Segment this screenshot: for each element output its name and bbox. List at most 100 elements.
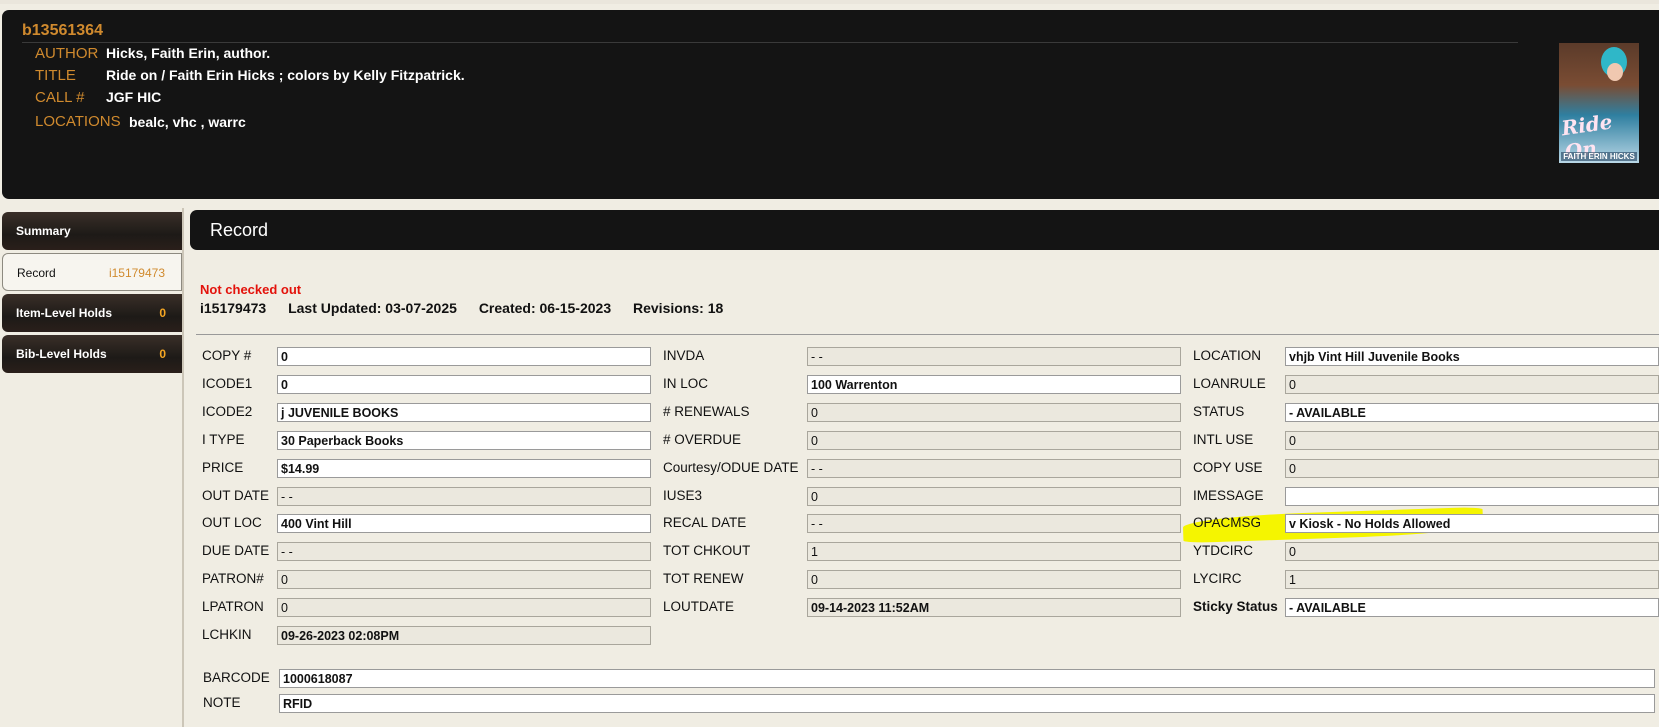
book-cover-image[interactable]: Ride On FAITH ERIN HICKS	[1559, 43, 1639, 164]
record-title: Record	[210, 220, 269, 240]
col1-label-5: OUT DATE	[202, 487, 270, 503]
col3-label-6: OPACMSG	[1193, 515, 1262, 531]
col1-label-4: PRICE	[202, 459, 244, 475]
col3-field-status[interactable]: - AVAILABLE	[1285, 402, 1659, 422]
col2-field-renewals: 0	[807, 402, 1181, 422]
col3-field-loanrule: 0	[1285, 374, 1659, 394]
barcode-field[interactable]: 1000618087	[279, 669, 1655, 688]
header-divider	[22, 42, 1518, 43]
col3-field-intl-use: 0	[1285, 430, 1659, 450]
created-date: Created: 06-15-2023	[478, 300, 612, 316]
col1-label-9: LPATRON	[202, 599, 264, 615]
nav-bib-holds-count: 0	[159, 347, 166, 361]
col2-label-6: RECAL DATE	[663, 515, 747, 531]
col3-field-opacmsg[interactable]: v Kiosk - No Holds Allowed	[1285, 514, 1659, 534]
call-row: CALL #	[35, 89, 84, 106]
col3-label-3: INTL USE	[1193, 431, 1254, 447]
col2-label-3: # OVERDUE	[663, 431, 742, 447]
checkout-status: Not checked out	[200, 282, 302, 297]
col1-label-6: OUT LOC	[202, 515, 262, 531]
nav-bib-holds-label: Bib-Level Holds	[16, 347, 107, 361]
col1-field-lchkin: 09-26-2023 02:08PM	[277, 626, 651, 645]
author-label: AUTHOR	[35, 45, 99, 62]
cover-author: FAITH ERIN HICKS	[1561, 152, 1637, 161]
locations-value: bealc, vhc , warrc	[129, 114, 246, 130]
record-divider	[196, 334, 1659, 335]
title-value: Ride on / Faith Erin Hicks ; colors by K…	[106, 67, 465, 83]
col2-field-tot-chkout: 1	[807, 542, 1181, 562]
col1-field-icode1[interactable]: 0	[277, 374, 651, 394]
col1-field-due-date: - -	[277, 542, 651, 562]
col2-label-1: IN LOC	[663, 375, 709, 391]
locations-row: LOCATIONS	[35, 113, 121, 130]
locations-label: LOCATIONS	[35, 113, 121, 130]
col1-field-price[interactable]: $14.99	[277, 458, 651, 478]
col3-label-1: LOANRULE	[1193, 375, 1266, 391]
author-value: Hicks, Faith Erin, author.	[106, 45, 271, 61]
col3-field-copy-use: 0	[1285, 458, 1659, 478]
nav-record-id: i15179473	[108, 266, 165, 280]
col2-field-overdue: 0	[807, 430, 1181, 450]
top-strip	[0, 0, 1659, 4]
cover-art-face	[1607, 63, 1623, 81]
nav-record[interactable]: Record i15179473	[2, 253, 182, 291]
nav-record-label: Record	[17, 266, 56, 280]
col2-label-7: TOT CHKOUT	[663, 543, 751, 559]
nav-bib-level-holds[interactable]: Bib-Level Holds 0	[2, 335, 182, 373]
col1-label-8: PATRON#	[202, 571, 264, 587]
col1-field-icode2[interactable]: j JUVENILE BOOKS	[277, 402, 651, 422]
col2-label-8: TOT RENEW	[663, 571, 744, 587]
col3-label-8: LYCIRC	[1193, 571, 1242, 587]
col2-label-2: # RENEWALS	[663, 403, 750, 419]
title-row: TITLE	[35, 67, 76, 84]
col2-field-recal-date: - -	[807, 514, 1181, 534]
col2-field-loutdate: 09-14-2023 11:52AM	[807, 598, 1181, 618]
col1-label-7: DUE DATE	[202, 543, 270, 559]
author-row: AUTHOR	[35, 45, 98, 62]
record-title-bar: Record	[190, 210, 1659, 250]
col2-label-9: LOUTDATE	[663, 599, 735, 615]
col1-label-3: I TYPE	[202, 431, 245, 447]
col3-field-sticky-status[interactable]: - AVAILABLE	[1285, 598, 1659, 618]
nav-summary-label: Summary	[16, 224, 71, 238]
nav-summary[interactable]: Summary	[2, 212, 182, 250]
col1-field-patron: 0	[277, 570, 651, 590]
col3-field-imessage[interactable]	[1285, 486, 1659, 506]
call-value: JGF HIC	[106, 89, 162, 105]
bib-id: b13561364	[22, 22, 103, 39]
col2-label-5: IUSE3	[663, 487, 703, 503]
col2-field-courtesy-odue-date: - -	[807, 458, 1181, 478]
col1-field-i-type[interactable]: 30 Paperback Books	[277, 430, 651, 450]
nav-item-holds-label: Item-Level Holds	[16, 306, 113, 320]
col3-label-7: YTDCIRC	[1193, 543, 1253, 559]
note-field[interactable]: RFID	[279, 694, 1655, 713]
nav-item-level-holds[interactable]: Item-Level Holds 0	[2, 294, 182, 332]
col3-label-4: COPY USE	[1193, 459, 1263, 475]
col3-label-2: STATUS	[1193, 403, 1245, 419]
col2-field-iuse3: 0	[807, 486, 1181, 506]
revisions: Revisions: 18	[633, 300, 724, 316]
bib-header: b13561364 AUTHOR Hicks, Faith Erin, auth…	[2, 10, 1659, 199]
barcode-label: BARCODE	[203, 670, 270, 685]
col3-field-ytdcirc: 0	[1285, 542, 1659, 562]
item-id: i15179473	[200, 300, 267, 316]
note-label: NOTE	[203, 695, 241, 710]
last-updated: Last Updated: 03-07-2025	[288, 300, 457, 316]
col1-label-1: ICODE1	[202, 375, 253, 391]
col3-label-5: IMESSAGE	[1193, 487, 1264, 503]
title-label: TITLE	[35, 67, 76, 84]
col3-field-location[interactable]: vhjb Vint Hill Juvenile Books	[1285, 347, 1659, 366]
col3-label-9: Sticky Status	[1193, 599, 1278, 615]
col2-field-invda: - -	[807, 347, 1181, 366]
col2-field-tot-renew: 0	[807, 570, 1181, 590]
col1-field-out-loc[interactable]: 400 Vint Hill	[277, 514, 651, 534]
col1-field-out-date: - -	[277, 486, 651, 506]
col1-label-10: LCHKIN	[202, 627, 252, 642]
col2-label-4: Courtesy/ODUE DATE	[663, 459, 799, 475]
nav-item-holds-count: 0	[159, 306, 166, 320]
col3-field-lycirc: 1	[1285, 570, 1659, 590]
col1-label-2: ICODE2	[202, 403, 253, 419]
col2-field-in-loc[interactable]: 100 Warrenton	[807, 374, 1181, 394]
col1-field-lpatron: 0	[277, 598, 651, 618]
col1-field-copy[interactable]: 0	[277, 347, 651, 366]
